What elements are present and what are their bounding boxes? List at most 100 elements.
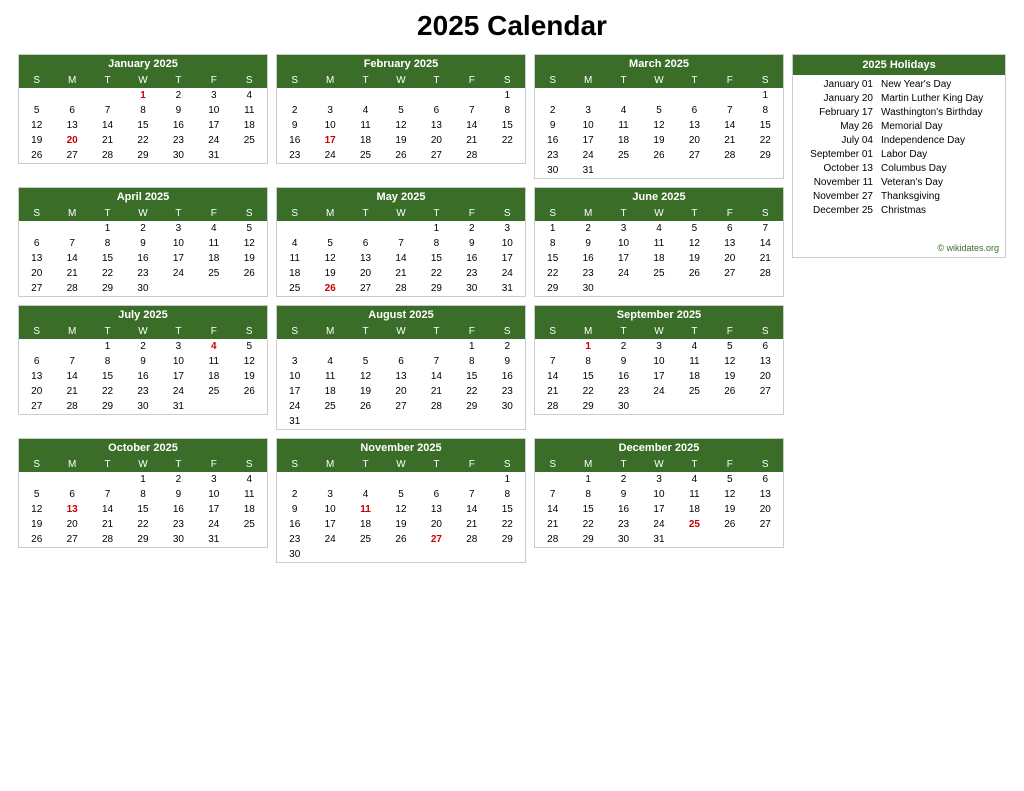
calendar-day: 24 (196, 133, 231, 148)
calendar-day (54, 339, 89, 354)
calendar-day: 6 (419, 487, 454, 502)
calendar-day: 12 (383, 118, 418, 133)
calendar-day: 28 (535, 532, 570, 547)
calendar-day: 6 (712, 221, 747, 236)
calendar-day: 13 (677, 118, 712, 133)
calendar-day: 9 (161, 487, 196, 502)
calendar-day: 31 (641, 532, 676, 547)
calendar-day: 22 (570, 517, 605, 532)
calendar-day: 5 (712, 472, 747, 487)
day-header: W (383, 73, 418, 88)
day-header: S (535, 73, 570, 88)
calendar-day: 31 (277, 414, 312, 429)
calendar-day: 19 (232, 369, 267, 384)
calendar-day: 27 (19, 399, 54, 414)
calendar-day: 27 (348, 281, 383, 296)
holiday-date: July 04 (801, 135, 881, 146)
day-header: M (54, 206, 89, 221)
holiday-item: January 20Martin Luther King Day (801, 93, 997, 104)
calendar-day: 30 (535, 163, 570, 178)
day-header: T (348, 457, 383, 472)
calendar-day: 27 (54, 532, 89, 547)
day-header: T (348, 206, 383, 221)
day-header: S (490, 457, 525, 472)
day-header: T (90, 73, 125, 88)
day-header: S (490, 206, 525, 221)
calendar-day: 21 (712, 133, 747, 148)
day-header: M (54, 457, 89, 472)
calendar-day: 9 (606, 487, 641, 502)
day-header: W (641, 73, 676, 88)
calendar-day (312, 547, 347, 562)
day-header: S (232, 324, 267, 339)
day-header: S (19, 457, 54, 472)
day-header: S (748, 457, 783, 472)
calendar-day: 11 (641, 236, 676, 251)
holiday-item: January 01New Year's Day (801, 79, 997, 90)
calendar-day: 21 (454, 517, 489, 532)
calendar-day: 11 (677, 487, 712, 502)
calendar-day: 1 (570, 472, 605, 487)
calendar-day (348, 339, 383, 354)
calendar-month-9: October 2025SMTWTFS123456789101112131415… (18, 438, 268, 548)
calendar-day (606, 88, 641, 103)
calendar-month-0: January 2025SMTWTFS123456789101112131415… (18, 54, 268, 164)
calendar-day: 22 (748, 133, 783, 148)
calendar-day: 16 (490, 369, 525, 384)
calendar-day (641, 88, 676, 103)
calendar-day (677, 88, 712, 103)
calendar-day (19, 88, 54, 103)
calendar-day: 16 (161, 502, 196, 517)
day-header: M (312, 457, 347, 472)
calendar-day: 16 (535, 133, 570, 148)
calendar-day: 11 (277, 251, 312, 266)
holiday-name: Thanksgiving (881, 191, 940, 202)
calendar-day: 15 (748, 118, 783, 133)
day-header: F (712, 457, 747, 472)
calendar-month-2: March 2025SMTWTFS12345678910111213141516… (534, 54, 784, 179)
calendar-day: 3 (641, 472, 676, 487)
calendar-day (677, 532, 712, 547)
day-header: W (383, 457, 418, 472)
calendar-day: 27 (677, 148, 712, 163)
calendar-day: 19 (19, 133, 54, 148)
calendar-day: 22 (454, 384, 489, 399)
calendar-day: 13 (712, 236, 747, 251)
calendar-day: 8 (90, 354, 125, 369)
day-header: T (348, 73, 383, 88)
calendar-day: 9 (125, 236, 160, 251)
calendar-day: 21 (90, 133, 125, 148)
calendar-day: 6 (748, 339, 783, 354)
calendar-day: 3 (312, 487, 347, 502)
holiday-name: New Year's Day (881, 79, 951, 90)
calendar-day: 15 (535, 251, 570, 266)
calendar-day: 3 (312, 103, 347, 118)
calendar-day: 20 (383, 384, 418, 399)
calendar-day: 12 (712, 354, 747, 369)
calendar-day (748, 163, 783, 178)
day-header: W (641, 457, 676, 472)
calendar-day: 2 (161, 88, 196, 103)
calendar-day: 17 (161, 251, 196, 266)
calendar-day: 21 (535, 384, 570, 399)
calendar-day: 14 (54, 251, 89, 266)
day-header: W (383, 324, 418, 339)
day-header: M (312, 206, 347, 221)
calendar-day: 20 (748, 502, 783, 517)
calendar-day: 6 (748, 472, 783, 487)
calendar-day: 12 (312, 251, 347, 266)
calendar-day: 30 (277, 547, 312, 562)
month-header: January 2025 (19, 55, 267, 73)
calendar-day: 12 (677, 236, 712, 251)
holiday-item: February 17Wasthington's Birthday (801, 107, 997, 118)
calendar-day: 18 (196, 251, 231, 266)
calendar-day (748, 532, 783, 547)
calendar-day: 6 (383, 354, 418, 369)
calendar-day: 4 (677, 339, 712, 354)
calendar-day (677, 281, 712, 296)
calendar-day (196, 281, 231, 296)
day-header: T (161, 457, 196, 472)
calendar-day: 15 (570, 369, 605, 384)
calendar-day: 22 (125, 133, 160, 148)
calendar-day: 19 (232, 251, 267, 266)
